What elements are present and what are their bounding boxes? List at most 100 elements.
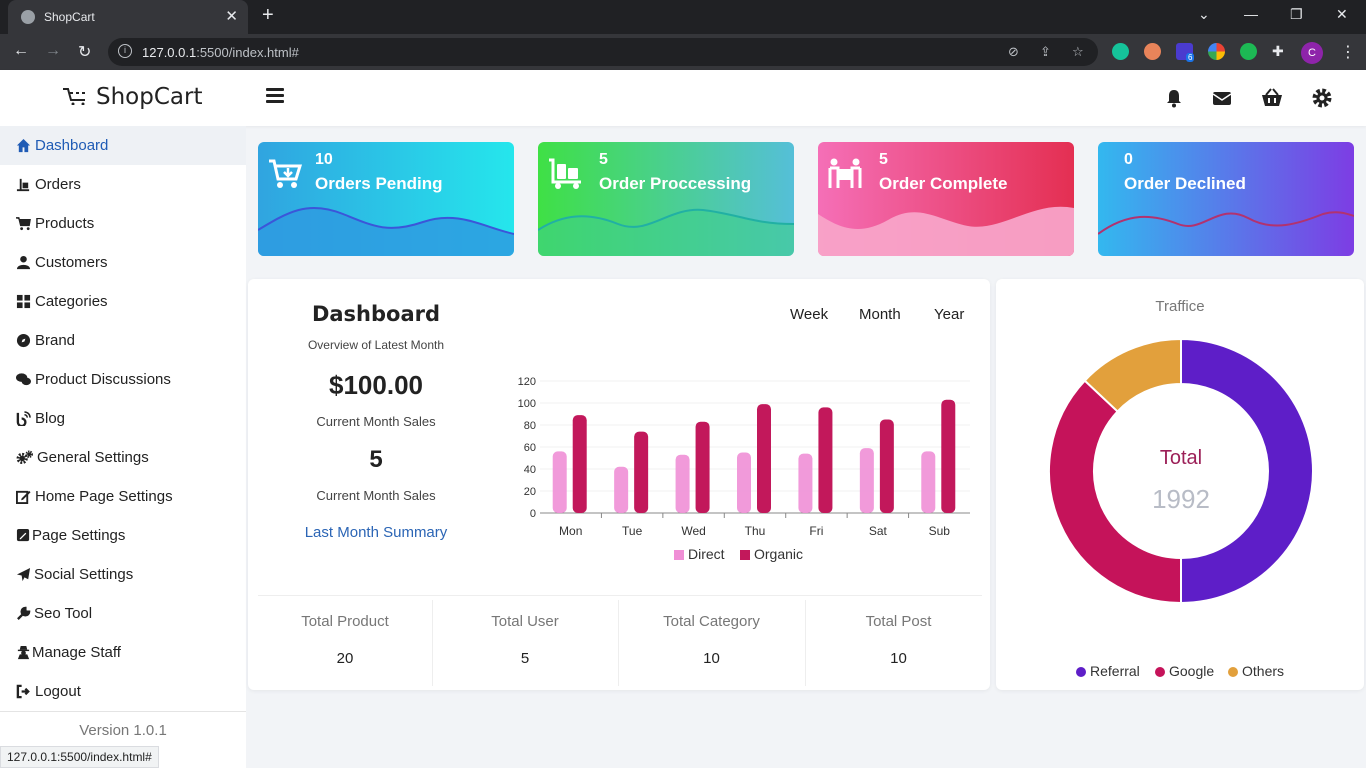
bar-direct xyxy=(552,451,567,513)
sidebar-item-seo-tool[interactable]: Seo Tool xyxy=(0,594,246,633)
bar-organic xyxy=(757,404,771,513)
share-icon[interactable]: ⇪ xyxy=(1040,44,1051,60)
browser-tab-bar: ShopCart ✕ + ⌄ — ❐ ✕ xyxy=(0,0,1366,34)
last-month-summary-link[interactable]: Last Month Summary xyxy=(248,524,504,541)
legend-organic: Organic xyxy=(740,546,803,562)
color-extension-icon[interactable] xyxy=(1208,43,1225,60)
sign-out-icon xyxy=(16,684,30,699)
dashboard-subtitle: Overview of Latest Month xyxy=(307,338,445,352)
dolly-icon xyxy=(16,178,30,192)
total-user: Total User 5 xyxy=(432,600,618,686)
back-icon[interactable]: ← xyxy=(13,42,29,60)
sidebar-item-products[interactable]: Products xyxy=(0,204,246,243)
sidebar-item-label: Customers xyxy=(35,254,108,271)
blog-icon xyxy=(16,411,31,426)
cookie-extension-icon[interactable] xyxy=(1144,43,1161,60)
card-count: 0 xyxy=(1124,151,1133,168)
period-week-button[interactable]: Week xyxy=(790,306,828,323)
legend-direct-swatch xyxy=(674,550,684,560)
legend-referral: Referral xyxy=(1076,663,1140,679)
sidebar-item-brand[interactable]: Brand xyxy=(0,321,246,360)
legend-google: Google xyxy=(1155,663,1214,679)
orders-pending-card[interactable]: 10 Orders Pending xyxy=(258,142,514,256)
comments-icon xyxy=(16,373,31,386)
order-complete-card[interactable]: 5 Order Complete xyxy=(818,142,1074,256)
sidebar-item-social-settings[interactable]: Social Settings xyxy=(0,555,246,594)
sidebar-item-label: Dashboard xyxy=(35,137,109,154)
bookmark-star-icon[interactable]: ☆ xyxy=(1072,44,1084,60)
y-tick-label: 100 xyxy=(518,398,536,410)
restore-icon[interactable]: ❐ xyxy=(1290,6,1303,23)
sidebar-item-blog[interactable]: Blog xyxy=(0,399,246,438)
gear-icon[interactable] xyxy=(1311,87,1333,109)
forward-icon[interactable]: → xyxy=(45,42,61,60)
browser-tab[interactable]: ShopCart ✕ xyxy=(8,0,248,34)
tab-title: ShopCart xyxy=(44,10,95,24)
reload-icon[interactable]: ↻ xyxy=(78,42,91,62)
sidebar-item-product-discussions[interactable]: Product Discussions xyxy=(0,360,246,399)
new-tab-icon[interactable]: + xyxy=(262,4,274,27)
user-secret-icon xyxy=(17,645,30,660)
basket-icon[interactable] xyxy=(1261,87,1283,109)
grammarly-extension-icon[interactable] xyxy=(1112,43,1129,60)
donut-center-value: 1992 xyxy=(1152,484,1210,514)
sidebar-item-logout[interactable]: Logout xyxy=(0,672,246,711)
sidebar-item-label: Orders xyxy=(35,176,81,193)
profile-avatar[interactable]: C xyxy=(1301,42,1323,64)
more-menu-icon[interactable]: ⋮ xyxy=(1340,42,1356,62)
home-icon xyxy=(16,138,31,153)
dashboard-panel: Dashboard Overview of Latest Month $100.… xyxy=(248,279,990,690)
sidebar-item-label: Page Settings xyxy=(32,527,126,544)
bell-icon[interactable] xyxy=(1163,87,1185,109)
sidebar-item-label: Product Discussions xyxy=(35,371,171,388)
sidebar-item-label: Home Page Settings xyxy=(35,488,173,505)
minimize-icon[interactable]: — xyxy=(1244,6,1258,22)
legend-others-label: Others xyxy=(1242,663,1285,679)
y-tick-label: 80 xyxy=(524,420,536,432)
x-tick-label: Mon xyxy=(559,524,582,538)
address-bar[interactable]: i 127.0.0.1:5500/index.html# ⊘ ⇪ ☆ xyxy=(108,38,1098,66)
sidebar-item-label: Social Settings xyxy=(34,566,134,583)
sidebar-item-customers[interactable]: Customers xyxy=(0,243,246,282)
grid-icon xyxy=(16,294,31,309)
close-window-icon[interactable]: ✕ xyxy=(1336,6,1348,23)
sidebar-item-label: Blog xyxy=(35,410,66,427)
sidebar-item-categories[interactable]: Categories xyxy=(0,282,246,321)
bar-direct xyxy=(737,452,751,513)
card-count: 5 xyxy=(599,151,608,168)
order-processing-card[interactable]: 5 Order Proccessing xyxy=(538,142,794,256)
card-label: Order Complete xyxy=(879,174,1008,193)
menu-toggle-icon[interactable] xyxy=(266,88,284,104)
x-tick-label: Thu xyxy=(745,524,766,538)
site-info-icon[interactable]: i xyxy=(118,44,132,58)
order-declined-card[interactable]: 0 Order Declined xyxy=(1098,142,1354,256)
bar-direct xyxy=(614,466,629,513)
period-year-button[interactable]: Year xyxy=(934,306,964,323)
envelope-icon[interactable] xyxy=(1211,87,1233,109)
count-value: 5 xyxy=(369,446,383,473)
x-tick-label: Fri xyxy=(809,524,823,538)
cart-logo-icon xyxy=(63,88,87,105)
legend-direct-label: Direct xyxy=(688,546,725,562)
period-month-button[interactable]: Month xyxy=(859,306,901,323)
sidebar-item-home-page-settings[interactable]: Home Page Settings xyxy=(0,477,246,516)
legend-google-label: Google xyxy=(1169,663,1215,679)
logo[interactable]: ShopCart xyxy=(62,84,202,110)
cogs-icon xyxy=(16,450,33,465)
sidebar-item-page-settings[interactable]: Page Settings xyxy=(0,516,246,555)
sync-extension-icon[interactable] xyxy=(1240,43,1257,60)
sales-label: Current Month Sales xyxy=(316,414,436,429)
card-wave xyxy=(1098,211,1354,235)
sidebar-item-label: Brand xyxy=(35,332,76,349)
sidebar-item-general-settings[interactable]: General Settings xyxy=(0,438,246,477)
pen-square-icon xyxy=(16,528,30,542)
sidebar-item-dashboard[interactable]: Dashboard xyxy=(0,126,246,165)
sidebar-item-manage-staff[interactable]: Manage Staff xyxy=(0,633,246,672)
puzzle-icon[interactable]: ✚ xyxy=(1272,43,1284,60)
close-tab-icon[interactable]: ✕ xyxy=(225,7,238,25)
y-tick-label: 60 xyxy=(524,442,536,454)
eye-slash-icon[interactable]: ⊘ xyxy=(1008,44,1019,60)
tab-search-icon[interactable]: ⌄ xyxy=(1198,6,1210,23)
people-carry-icon xyxy=(828,158,862,188)
sidebar-item-orders[interactable]: Orders xyxy=(0,165,246,204)
